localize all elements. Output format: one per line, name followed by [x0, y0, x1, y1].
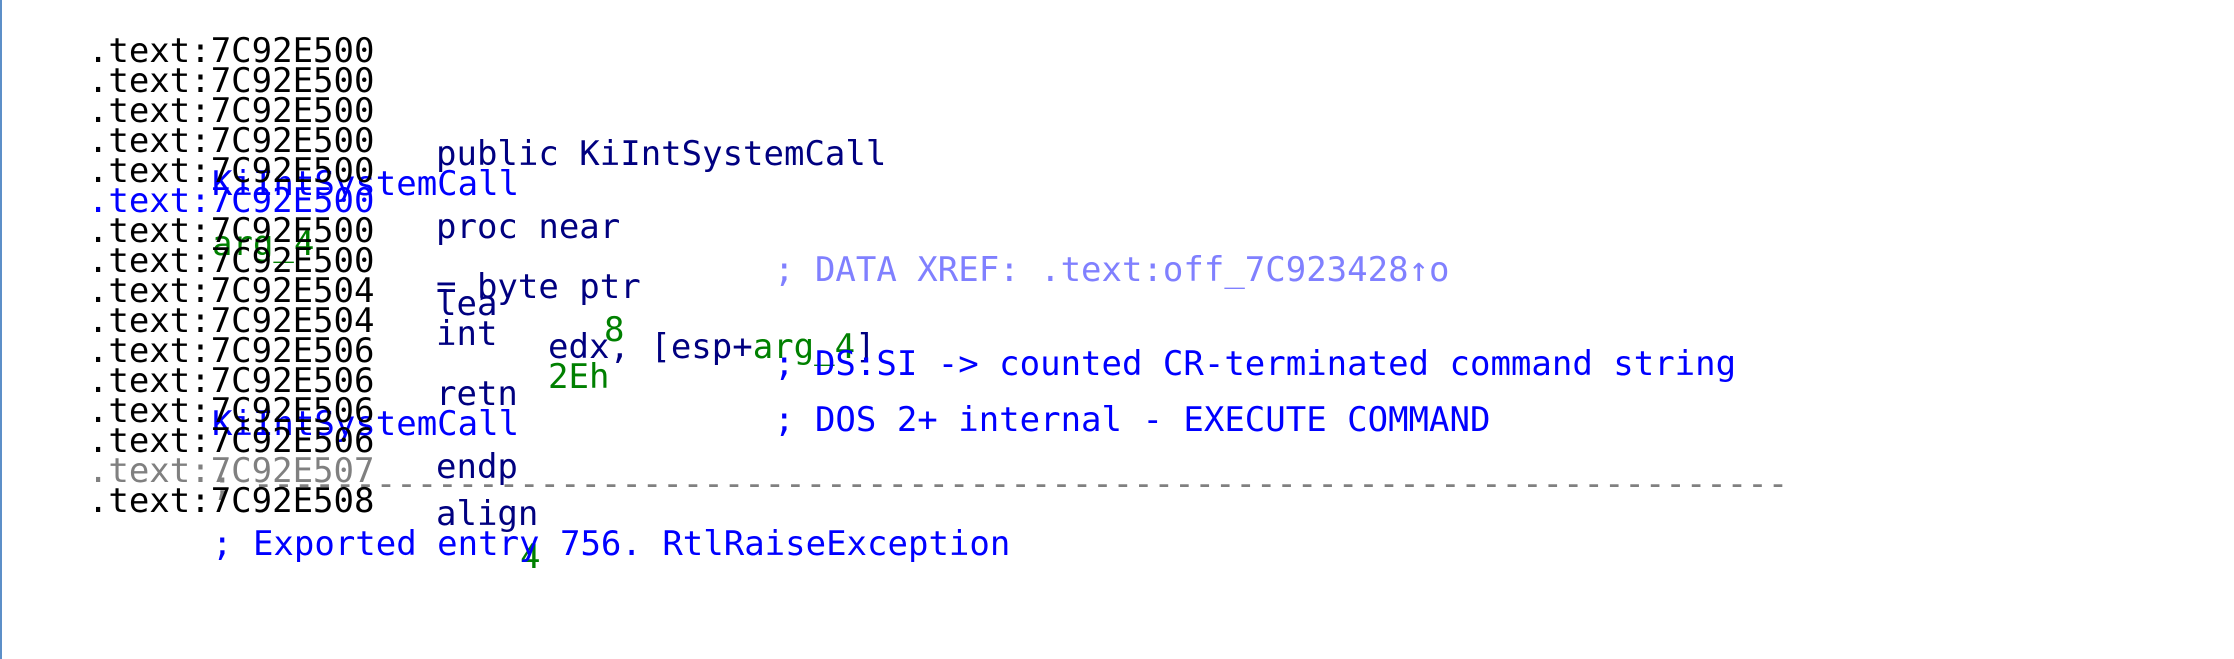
proc-directive: proc near: [436, 207, 621, 247]
line-address: .text:7C92E508: [87, 481, 375, 521]
disassembly-listing[interactable]: .text:7C92E500 .text:7C92E500 .text:7C92…: [0, 0, 2234, 659]
export-comment: ; Exported entry 756. RtlRaiseException: [212, 524, 1011, 564]
auto-comment: ; DS:SI -> counted CR-terminated command…: [774, 344, 1737, 384]
instruction-mnemonic: int: [436, 314, 498, 354]
listing-left-border: [0, 0, 2, 659]
auto-comment: ; DOS 2+ internal - EXECUTE COMMAND: [774, 400, 1491, 440]
instruction-operand: 2Eh: [548, 357, 610, 397]
listing-line[interactable]: .text:7C92E508 ; Exported entry 756. Rtl…: [6, 437, 1010, 564]
xref-comment[interactable]: ; DATA XREF: .text:off_7C923428↑o: [774, 249, 1450, 292]
